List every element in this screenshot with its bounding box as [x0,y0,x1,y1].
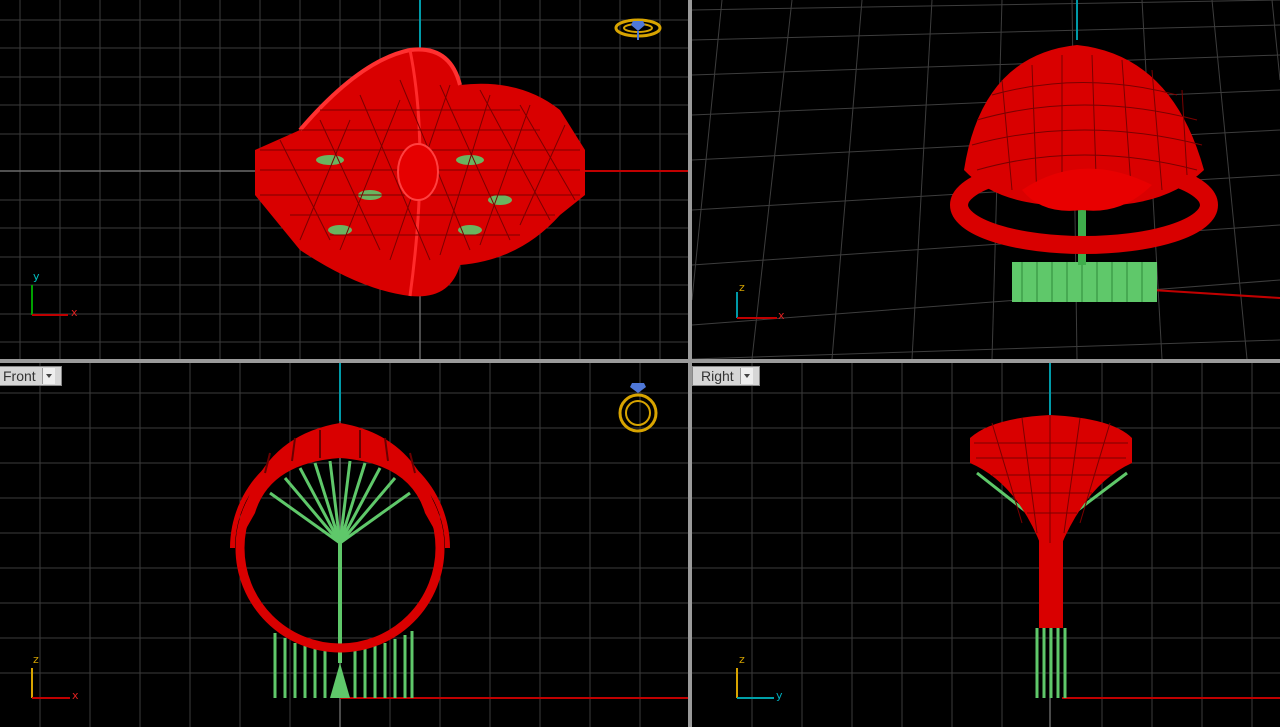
perspective-view-canvas[interactable] [692,0,1280,359]
viewport-front[interactable]: Front z x [0,363,688,727]
ring-model[interactable] [255,47,585,297]
viewport-right[interactable]: Right z y [692,363,1280,727]
dropdown-chevron-icon[interactable] [41,368,55,384]
grid [692,363,1280,727]
ring-model[interactable] [970,415,1132,698]
axis-icon [31,285,68,316]
top-view-canvas[interactable] [0,0,688,359]
tab-front[interactable]: Front [0,366,62,386]
front-view-canvas[interactable] [0,363,688,727]
tab-front-label: Front [3,368,36,384]
grid [0,363,688,727]
center-stone [397,143,439,201]
support-base [1012,262,1157,302]
axis-label-a: z [739,653,745,666]
viewport-perspective[interactable]: z x [692,0,1280,359]
axis-x-line [1151,289,1280,299]
tab-right-label: Right [701,368,734,384]
axis-label-a: y [33,270,40,283]
ring-gizmo-icon [614,18,662,40]
ring-model[interactable] [950,45,1218,302]
axis-label-b: x [72,689,79,702]
ring-gizmo-icon [618,383,658,433]
axis-label-a: z [739,281,745,294]
viewport-top[interactable]: y x [0,0,688,359]
axis-label-b: x [778,309,785,322]
axis-label-b: x [71,306,78,319]
axis-label-b: y [776,689,783,702]
axis-label-a: z [33,653,39,666]
tab-right[interactable]: Right [692,366,760,386]
dropdown-chevron-icon[interactable] [739,368,753,384]
support-pins [1035,625,1067,698]
right-view-canvas[interactable] [692,363,1280,727]
